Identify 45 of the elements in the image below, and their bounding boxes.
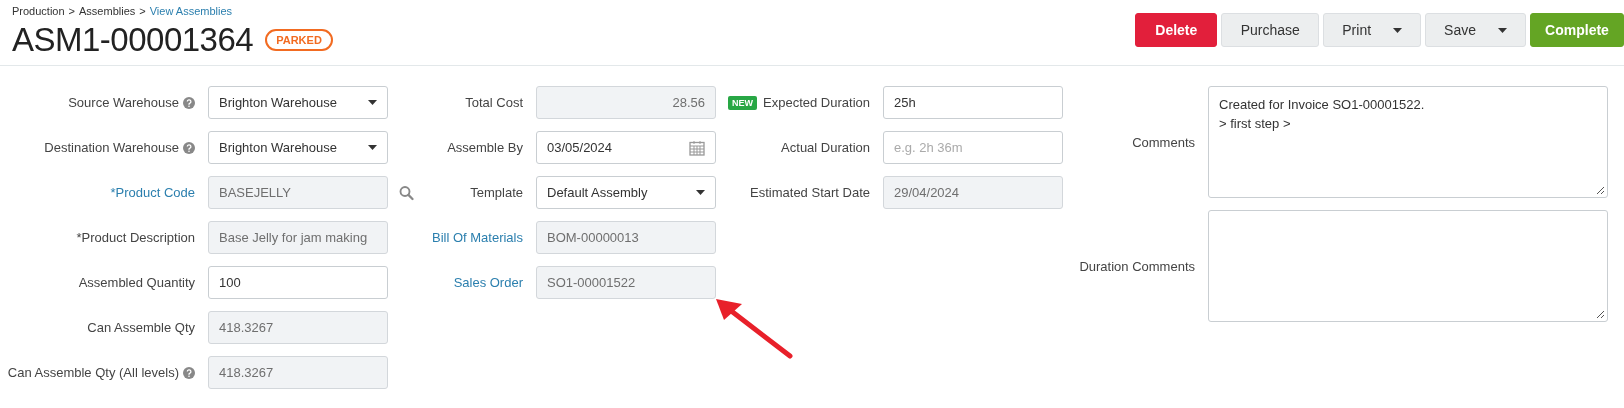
caret-icon xyxy=(368,145,377,150)
field-label: Source Warehouse xyxy=(68,95,179,110)
caret-icon xyxy=(1393,27,1403,33)
breadcrumb-separator: > xyxy=(68,5,76,17)
calendar-icon[interactable] xyxy=(689,139,705,156)
field-label: Expected Duration xyxy=(763,95,870,110)
date-field[interactable]: 03/05/2024 xyxy=(536,131,716,164)
status-badge: PARKED xyxy=(265,29,333,51)
new-badge: NEW xyxy=(728,95,758,110)
field-label: Destination Warehouse xyxy=(44,140,179,155)
dropdown[interactable]: Brighton Warehouse xyxy=(208,86,388,119)
field-label: Can Assemble Qty (All levels) xyxy=(7,365,179,380)
resize-grip-icon[interactable] xyxy=(1596,186,1604,194)
caret-icon xyxy=(368,100,377,105)
help-icon[interactable] xyxy=(183,96,195,109)
dropdown-button[interactable]: Save xyxy=(1425,13,1526,47)
text-area[interactable]: Created for Invoice SO1-00001522. > first step > xyxy=(1208,86,1608,198)
dropdown[interactable]: Default Assembly xyxy=(536,176,716,209)
input-field[interactable]: 25h xyxy=(883,86,1063,119)
action-button[interactable]: Complete xyxy=(1530,13,1624,47)
action-button[interactable]: Delete xyxy=(1135,13,1218,47)
field-label: Actual Duration xyxy=(781,140,870,155)
caret-icon xyxy=(696,190,705,195)
field-label: Comments xyxy=(1132,134,1195,150)
caret-icon xyxy=(1498,27,1507,33)
breadcrumb-link[interactable]: Assemblies xyxy=(79,5,136,17)
field-label: Duration Comments xyxy=(1079,258,1195,274)
breadcrumb-separator: > xyxy=(139,5,146,17)
dropdown[interactable]: Brighton Warehouse xyxy=(208,131,388,164)
breadcrumb-link[interactable]: Production xyxy=(12,5,65,17)
help-icon[interactable] xyxy=(183,141,195,154)
page-title: ASM1-00001364 xyxy=(12,21,254,59)
resize-grip-icon[interactable] xyxy=(1596,310,1604,318)
breadcrumb-link[interactable]: View Assemblies xyxy=(149,5,233,17)
field-label: Assemble By xyxy=(447,140,523,155)
field-label: Total Cost xyxy=(465,95,523,110)
field-label: Can Assemble Qty xyxy=(87,320,195,335)
input-field[interactable]: 100 xyxy=(208,266,388,299)
action-button[interactable]: Purchase xyxy=(1221,13,1320,47)
dropdown-button[interactable]: Print xyxy=(1323,13,1422,47)
field-label: Assembled Quantity xyxy=(78,275,195,290)
input-field[interactable]: e.g. 2h 36m xyxy=(883,131,1063,164)
field-label: *Product Description xyxy=(76,230,195,245)
field-label: Template xyxy=(470,185,523,200)
field-label: Estimated Start Date xyxy=(750,185,870,200)
